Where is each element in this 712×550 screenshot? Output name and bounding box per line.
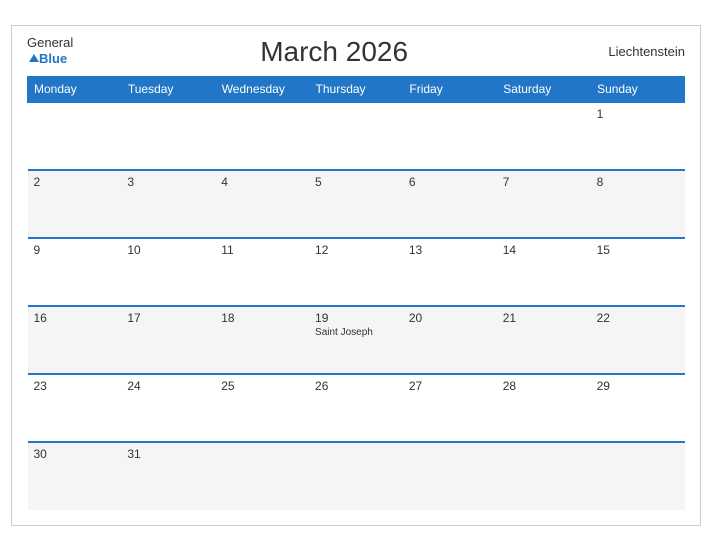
day-number: 14 [503,243,585,257]
calendar-cell [403,102,497,170]
calendar-cell: 2 [28,170,122,238]
calendar-container: General Blue March 2026 Liechtenstein Mo… [11,25,701,526]
calendar-cell: 19 Saint Joseph [309,306,403,374]
week-row-6: 30 31 [28,442,685,510]
calendar-cell [403,442,497,510]
day-number: 17 [127,311,209,325]
day-number: 16 [34,311,116,325]
calendar-cell: 1 [591,102,685,170]
weekday-header-saturday: Saturday [497,76,591,102]
day-number: 1 [597,107,679,121]
week-row-5: 23 24 25 26 27 28 29 [28,374,685,442]
day-number: 26 [315,379,397,393]
calendar-cell [591,442,685,510]
week-row-1: 1 [28,102,685,170]
day-number: 15 [597,243,679,257]
day-number: 7 [503,175,585,189]
day-number: 8 [597,175,679,189]
logo: General Blue [27,36,73,68]
weekday-header-row: MondayTuesdayWednesdayThursdayFridaySatu… [28,76,685,102]
day-number: 21 [503,311,585,325]
calendar-cell: 12 [309,238,403,306]
calendar-cell: 24 [121,374,215,442]
calendar-cell: 31 [121,442,215,510]
day-number: 12 [315,243,397,257]
day-number: 10 [127,243,209,257]
day-number: 9 [34,243,116,257]
calendar-cell: 28 [497,374,591,442]
calendar-cell: 22 [591,306,685,374]
calendar-cell [121,102,215,170]
calendar-cell: 11 [215,238,309,306]
day-event: Saint Joseph [315,327,397,338]
calendar-cell: 21 [497,306,591,374]
day-number: 6 [409,175,491,189]
weekday-header-tuesday: Tuesday [121,76,215,102]
calendar-table: MondayTuesdayWednesdayThursdayFridaySatu… [27,76,685,510]
logo-blue-text: Blue [39,51,67,66]
calendar-title: March 2026 [73,36,595,68]
logo-blue-row: Blue [27,50,67,68]
day-number: 30 [34,447,116,461]
day-number: 5 [315,175,397,189]
calendar-cell: 30 [28,442,122,510]
calendar-cell: 23 [28,374,122,442]
calendar-cell [215,442,309,510]
calendar-cell [497,442,591,510]
calendar-header: General Blue March 2026 Liechtenstein [27,36,685,68]
day-number: 11 [221,243,303,257]
calendar-cell: 20 [403,306,497,374]
day-number: 19 [315,311,397,325]
day-number: 25 [221,379,303,393]
day-number: 3 [127,175,209,189]
calendar-cell: 8 [591,170,685,238]
weekday-header-thursday: Thursday [309,76,403,102]
calendar-cell: 26 [309,374,403,442]
calendar-cell [309,442,403,510]
logo-general-text: General [27,36,73,50]
calendar-cell [497,102,591,170]
calendar-cell: 15 [591,238,685,306]
calendar-cell: 10 [121,238,215,306]
calendar-cell: 5 [309,170,403,238]
calendar-cell: 25 [215,374,309,442]
week-row-4: 16 17 18 19 Saint Joseph 20 21 22 [28,306,685,374]
day-number: 4 [221,175,303,189]
day-number: 20 [409,311,491,325]
calendar-cell: 9 [28,238,122,306]
calendar-cell: 29 [591,374,685,442]
calendar-cell: 14 [497,238,591,306]
calendar-cell: 7 [497,170,591,238]
country-label: Liechtenstein [595,44,685,59]
logo-triangle-icon [29,54,39,62]
calendar-cell: 18 [215,306,309,374]
day-number: 29 [597,379,679,393]
day-number: 18 [221,311,303,325]
calendar-cell: 4 [215,170,309,238]
day-number: 23 [34,379,116,393]
day-number: 27 [409,379,491,393]
weekday-header-sunday: Sunday [591,76,685,102]
day-number: 31 [127,447,209,461]
week-row-2: 2345678 [28,170,685,238]
calendar-cell: 27 [403,374,497,442]
weekday-header-wednesday: Wednesday [215,76,309,102]
calendar-cell: 3 [121,170,215,238]
day-number: 22 [597,311,679,325]
calendar-cell [28,102,122,170]
day-number: 28 [503,379,585,393]
weekday-header-monday: Monday [28,76,122,102]
weekday-header-friday: Friday [403,76,497,102]
calendar-cell [215,102,309,170]
calendar-cell [309,102,403,170]
calendar-cell: 6 [403,170,497,238]
calendar-cell: 17 [121,306,215,374]
day-number: 2 [34,175,116,189]
day-number: 13 [409,243,491,257]
calendar-cell: 13 [403,238,497,306]
day-number: 24 [127,379,209,393]
week-row-3: 9 10 11 12 13 14 15 [28,238,685,306]
calendar-cell: 16 [28,306,122,374]
